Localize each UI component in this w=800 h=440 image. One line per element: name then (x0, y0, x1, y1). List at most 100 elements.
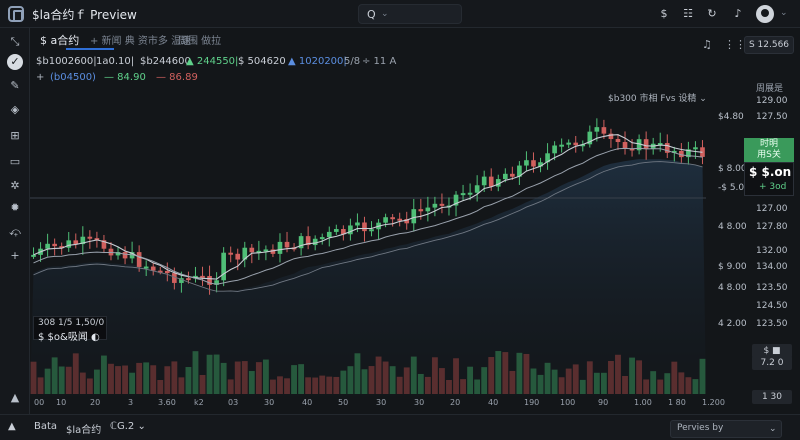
bottom-tab-cg[interactable]: ℂG.2 ⌄ (110, 421, 146, 432)
candlestick-chart[interactable] (30, 80, 706, 396)
chevron-down-icon[interactable]: ⌄ (780, 8, 788, 18)
candle-body[interactable] (524, 160, 529, 166)
bird-icon[interactable]: ⤽ (7, 224, 23, 240)
gear-icon[interactable]: ✲ (7, 178, 23, 194)
candle-body[interactable] (312, 238, 318, 246)
candle-body[interactable] (164, 270, 170, 274)
candle-body[interactable] (693, 147, 698, 150)
candle-body[interactable] (73, 240, 79, 245)
candle-body[interactable] (333, 229, 339, 232)
candle-body[interactable] (143, 266, 149, 269)
volume-bar (192, 351, 199, 394)
candle-body[interactable] (87, 236, 93, 239)
candle-body[interactable] (418, 209, 424, 212)
candle-body[interactable] (355, 222, 360, 226)
monitor-icon[interactable]: ▭ (7, 154, 23, 170)
candle-body[interactable] (510, 173, 515, 177)
candle-body[interactable] (488, 176, 494, 187)
candle-body[interactable] (481, 176, 487, 186)
volume-bar (262, 359, 269, 394)
check-icon[interactable]: ✓ (7, 54, 23, 70)
candle-body[interactable] (425, 207, 431, 212)
axis-chip-3[interactable]: 1 30 (752, 390, 792, 404)
candle-body[interactable] (467, 192, 473, 195)
candle-body[interactable] (263, 249, 269, 252)
candle-body[interactable] (390, 217, 395, 220)
candle-body[interactable] (221, 252, 226, 281)
candle-body[interactable] (277, 241, 283, 254)
candle-body[interactable] (502, 173, 508, 180)
crosshair-icon[interactable]: ⤡ (7, 34, 23, 50)
candle-body[interactable] (439, 203, 445, 206)
pen-icon[interactable]: ✎ (7, 78, 23, 94)
preview-label: Pervies by (677, 423, 724, 433)
candle-body[interactable] (66, 240, 72, 248)
volume-bar (150, 365, 157, 394)
candle-body[interactable] (45, 243, 50, 249)
candle-body[interactable] (474, 185, 480, 193)
time-axis-tick: 90 (598, 398, 609, 407)
candle-body[interactable] (643, 139, 649, 150)
candle-body[interactable] (432, 203, 438, 208)
candle-body[interactable] (531, 160, 536, 167)
candle-body[interactable] (622, 142, 628, 149)
candle-body[interactable] (615, 139, 621, 143)
time-axis-tick: 10 (56, 398, 67, 407)
drag-handle-icon[interactable]: ⋮⋮ (724, 38, 746, 51)
candle-body[interactable] (552, 145, 557, 154)
bell-icon[interactable]: ♪ (730, 6, 746, 22)
price-chip[interactable]: S 12.566 (744, 36, 794, 54)
sliders-icon[interactable]: ☷ (680, 6, 696, 22)
avatar[interactable] (756, 5, 774, 23)
candle-body[interactable] (284, 241, 290, 248)
symbol-search[interactable]: Q ⌄ (358, 4, 462, 24)
candle-body[interactable] (369, 229, 374, 232)
candle-body[interactable] (411, 209, 417, 224)
candle-body[interactable] (608, 133, 614, 140)
candle-body[interactable] (460, 193, 466, 196)
candle-body[interactable] (559, 144, 564, 147)
price-settings-icon[interactable]: $ (656, 6, 672, 22)
warning-icon[interactable]: ▲ (7, 390, 23, 406)
preview-dropdown[interactable]: Pervies by ⌄ (670, 420, 782, 438)
bottom-tab-bata[interactable]: Bata (34, 421, 57, 432)
calculator-icon[interactable]: ⊞ (7, 128, 23, 144)
app-logo-icon[interactable] (8, 6, 24, 22)
tab-contract[interactable]: $ a合约 (40, 32, 79, 48)
alert-icon[interactable]: ▲ (8, 421, 16, 432)
time-axis[interactable]: 00 10 20 3 3.60 k2 03 30 40 50 30 30 20 40 190 100 90 1.0… (30, 396, 725, 412)
candle-body[interactable] (52, 243, 57, 247)
candle-body[interactable] (319, 237, 325, 240)
music-note-icon[interactable]: ♫ (702, 38, 712, 51)
candle-body[interactable] (249, 247, 255, 253)
candle-body[interactable] (186, 278, 191, 281)
candle-body[interactable] (566, 142, 572, 145)
candle-body[interactable] (200, 275, 205, 278)
candle-body[interactable] (228, 252, 234, 255)
layers-icon[interactable]: ◈ (7, 102, 23, 118)
candle-body[interactable] (383, 217, 388, 223)
axis-chip-2[interactable]: 7.2 0 (752, 356, 792, 370)
candle-body[interactable] (31, 254, 36, 257)
candle-body[interactable] (348, 225, 353, 235)
tab-news[interactable]: + 新闻 典 资市多 温速 (90, 32, 191, 47)
candle-body[interactable] (235, 253, 241, 260)
candle-body[interactable] (326, 231, 332, 238)
candle-body[interactable] (362, 222, 367, 232)
tab-positions[interactable]: 周围 做拉 (178, 32, 221, 47)
stat-ratio: 5/8 (344, 56, 361, 67)
plus-icon[interactable]: + (7, 248, 23, 264)
sun-icon[interactable]: ✹ (7, 200, 23, 216)
tick-label-right: 127.80 (756, 222, 788, 232)
volume-bar (516, 352, 523, 394)
candle-body[interactable] (150, 266, 156, 271)
bottom-tab-contract[interactable]: $la合约 (66, 421, 101, 436)
candle-body[interactable] (601, 127, 607, 134)
candle-body[interactable] (594, 127, 600, 132)
candle-body[interactable] (397, 218, 403, 221)
candle-body[interactable] (136, 252, 142, 267)
refresh-icon[interactable]: ↻ (704, 6, 720, 22)
volume-bar (199, 374, 206, 394)
candle-body[interactable] (573, 142, 579, 146)
candle-body[interactable] (122, 252, 128, 259)
